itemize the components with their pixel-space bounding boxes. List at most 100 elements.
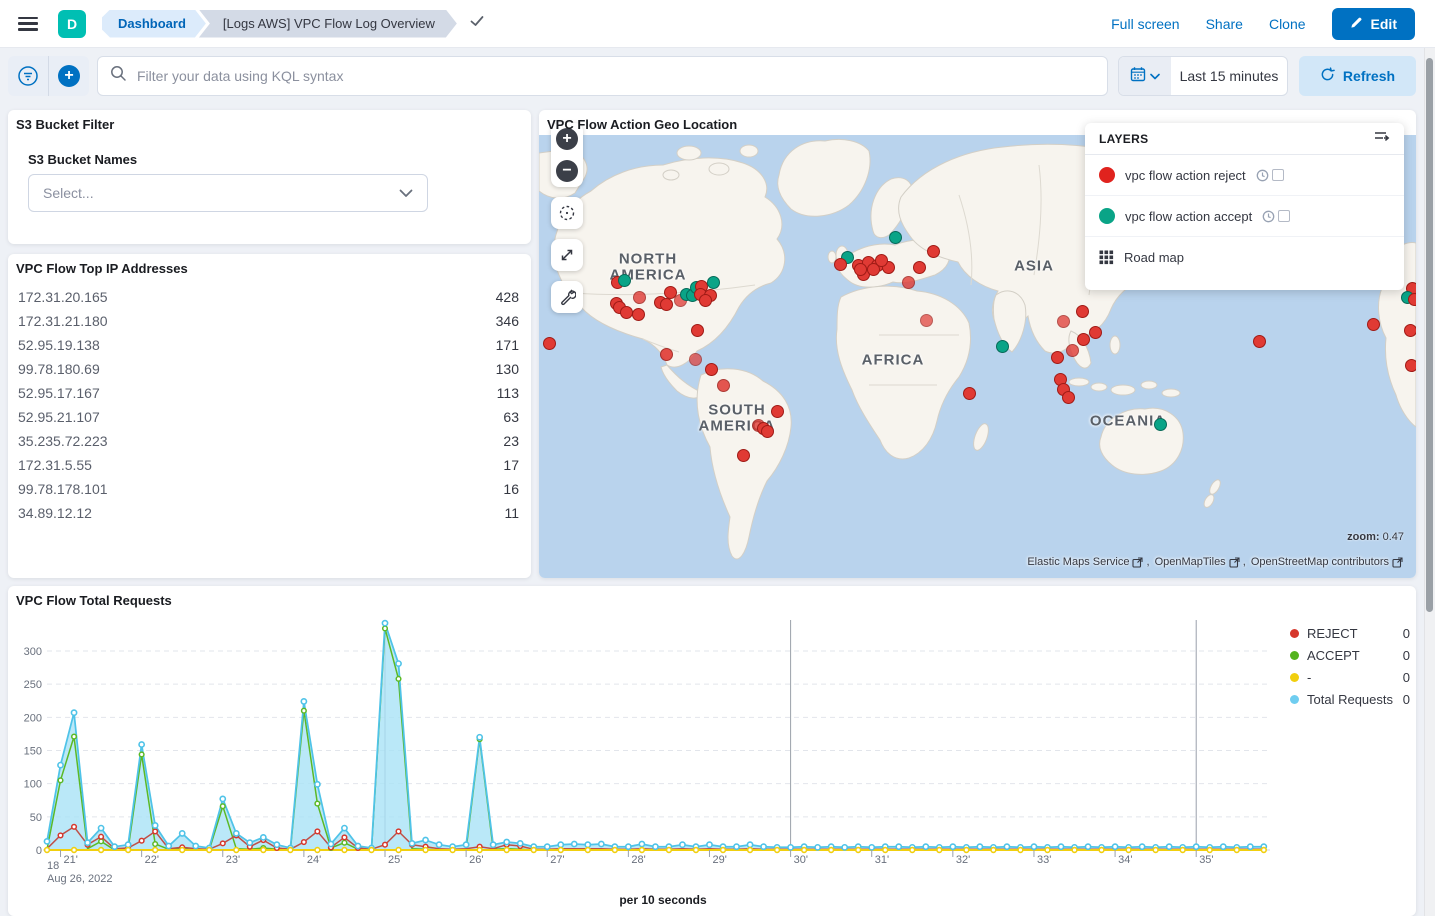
svg-text:29': 29': [712, 854, 726, 866]
accept-map-dot[interactable]: [889, 231, 902, 244]
accept-map-dot[interactable]: [618, 274, 631, 287]
ip-bar-chart: 172.31.20.165 428172.31.21.180 34652.95.…: [18, 285, 519, 525]
reject-map-dot[interactable]: [875, 254, 888, 267]
continent-label: AFRICA: [862, 352, 925, 369]
kql-search-bar[interactable]: [97, 56, 1108, 96]
reject-map-dot[interactable]: [913, 261, 926, 274]
legend-item-reject[interactable]: REJECT 0: [1290, 622, 1410, 644]
legend-dot: [1290, 673, 1299, 682]
reject-map-dot[interactable]: [737, 449, 750, 462]
reject-map-dot[interactable]: [691, 324, 704, 337]
attribution-link[interactable]: OpenStreetMap contributors: [1251, 556, 1389, 568]
full-screen-button[interactable]: Full screen: [1111, 16, 1179, 32]
calendar-dropdown-button[interactable]: [1119, 57, 1171, 95]
clone-button[interactable]: Clone: [1269, 16, 1306, 32]
map-set-view-button[interactable]: [551, 197, 583, 229]
attribution-link[interactable]: Elastic Maps Service: [1027, 556, 1129, 568]
svg-text:22': 22': [145, 854, 159, 866]
layer-checkbox[interactable]: [1278, 210, 1290, 222]
ip-bar-row[interactable]: 34.89.12.12 11: [18, 501, 519, 525]
ip-bar-row[interactable]: 172.31.21.180 346: [18, 309, 519, 333]
reject-map-dot[interactable]: [771, 405, 784, 418]
reject-map-dot[interactable]: [620, 306, 633, 319]
reject-map-dot[interactable]: [1408, 293, 1417, 306]
geo-location-panel: VPC Flow Action Geo Location: [539, 110, 1416, 578]
attribution-link[interactable]: OpenMapTiles: [1155, 556, 1226, 568]
ip-bar-row[interactable]: 52.95.17.167 113: [18, 381, 519, 405]
menu-icon[interactable]: [18, 17, 38, 31]
legend-item-accept[interactable]: ACCEPT 0: [1290, 644, 1410, 666]
reject-map-dot[interactable]: [1405, 359, 1417, 372]
reject-map-dot[interactable]: [689, 353, 702, 366]
reject-map-dot[interactable]: [920, 314, 933, 327]
space-avatar[interactable]: D: [58, 10, 86, 38]
reject-map-dot[interactable]: [1051, 351, 1064, 364]
reject-map-dot[interactable]: [1404, 324, 1417, 337]
svg-text:200: 200: [24, 712, 42, 724]
refresh-button[interactable]: Refresh: [1299, 56, 1416, 96]
x-axis-title: per 10 seconds: [50, 893, 1276, 907]
search-input[interactable]: [137, 68, 1095, 84]
legend-item--[interactable]: - 0: [1290, 666, 1410, 688]
chevron-down-icon: [1150, 67, 1160, 85]
layer-swatch: [1099, 167, 1115, 183]
reject-map-dot[interactable]: [1057, 315, 1070, 328]
layer-row-vpc-flow-action-reject[interactable]: vpc flow action reject: [1085, 155, 1404, 196]
layer-row-vpc-flow-action-accept[interactable]: vpc flow action accept: [1085, 196, 1404, 237]
svg-text:31': 31': [875, 854, 889, 866]
reject-map-dot[interactable]: [705, 363, 718, 376]
edit-button[interactable]: Edit: [1332, 8, 1415, 40]
layer-row-road-map[interactable]: Road map: [1085, 237, 1404, 278]
map-zoom-out-button[interactable]: −: [551, 155, 583, 187]
minus-icon: −: [556, 160, 578, 182]
reject-map-dot[interactable]: [1253, 335, 1266, 348]
reject-map-dot[interactable]: [660, 298, 673, 311]
reject-map-dot[interactable]: [854, 263, 867, 276]
wrench-icon: [558, 288, 576, 306]
reject-map-dot[interactable]: [963, 387, 976, 400]
s3-bucket-names-label: S3 Bucket Names: [28, 152, 137, 167]
reject-map-dot[interactable]: [902, 276, 915, 289]
reject-map-dot[interactable]: [632, 308, 645, 321]
ip-label: 34.89.12.12: [18, 505, 123, 521]
ip-bar-row[interactable]: 99.78.180.69 130: [18, 357, 519, 381]
legend-item-total-requests[interactable]: Total Requests 0: [1290, 688, 1410, 710]
add-filter-button[interactable]: +: [49, 56, 89, 96]
ip-bar-row[interactable]: 52.95.19.138 171: [18, 333, 519, 357]
ip-bar-row[interactable]: 52.95.21.107 63: [18, 405, 519, 429]
reject-map-dot[interactable]: [1066, 344, 1079, 357]
reject-map-dot[interactable]: [927, 245, 940, 258]
accept-map-dot[interactable]: [707, 276, 720, 289]
requests-time-series-chart[interactable]: 05010015020025030021'22'23'24'25'26'27'2…: [8, 586, 1416, 916]
reject-map-dot[interactable]: [699, 294, 712, 307]
reject-map-dot[interactable]: [1062, 391, 1075, 404]
map-expand-button[interactable]: [551, 239, 583, 271]
ip-bar-row[interactable]: 172.31.5.55 17: [18, 453, 519, 477]
reject-map-dot[interactable]: [717, 379, 730, 392]
reject-map-dot[interactable]: [633, 291, 646, 304]
reject-map-dot[interactable]: [761, 425, 774, 438]
layer-checkbox[interactable]: [1272, 169, 1284, 181]
reject-map-dot[interactable]: [1076, 305, 1089, 318]
collapse-layers-icon[interactable]: [1374, 129, 1390, 148]
saved-query-icon[interactable]: [8, 56, 48, 96]
ip-bar-row[interactable]: 172.31.20.165 428: [18, 285, 519, 309]
time-range-value[interactable]: Last 15 minutes: [1171, 57, 1287, 95]
ip-bar-row[interactable]: 99.78.178.101 16: [18, 477, 519, 501]
accept-map-dot[interactable]: [996, 340, 1009, 353]
ip-bar-row[interactable]: 35.235.72.223 23: [18, 429, 519, 453]
s3-bucket-select[interactable]: Select...: [28, 174, 428, 212]
breadcrumb-current[interactable]: [Logs AWS] VPC Flow Log Overview: [199, 10, 457, 38]
map-tools-button[interactable]: [551, 281, 583, 313]
share-button[interactable]: Share: [1206, 16, 1243, 32]
reject-map-dot[interactable]: [834, 258, 847, 271]
layer-label: Road map: [1124, 250, 1184, 265]
reject-map-dot[interactable]: [1089, 326, 1102, 339]
reject-map-dot[interactable]: [1077, 333, 1090, 346]
page-scrollbar-thumb[interactable]: [1426, 58, 1433, 612]
accept-map-dot[interactable]: [1154, 418, 1167, 431]
reject-map-dot[interactable]: [543, 337, 556, 350]
breadcrumb-dashboard[interactable]: Dashboard: [102, 10, 206, 38]
reject-map-dot[interactable]: [1367, 318, 1380, 331]
reject-map-dot[interactable]: [660, 348, 673, 361]
